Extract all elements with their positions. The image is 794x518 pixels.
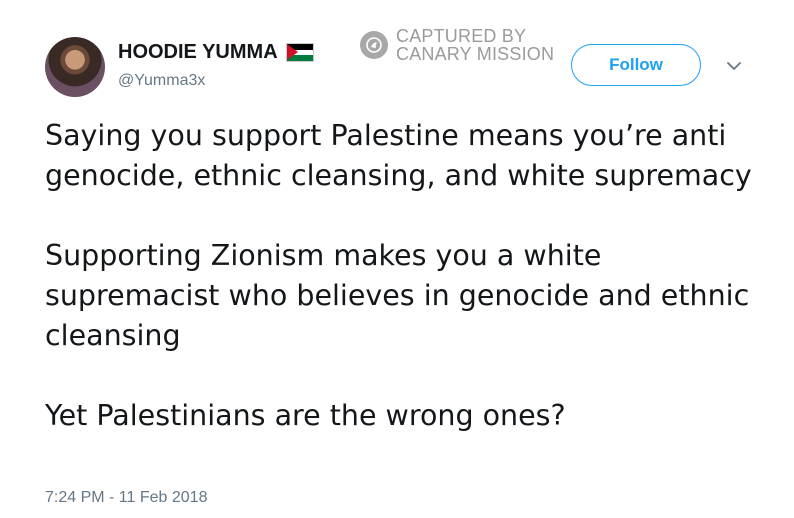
avatar[interactable] (45, 37, 105, 97)
canary-mission-icon (360, 31, 388, 59)
tweet-text: Saying you support Palestine means you’r… (45, 116, 765, 436)
follow-button[interactable]: Follow (571, 44, 701, 86)
palestine-flag-icon (285, 43, 314, 62)
watermark-line-2: CANARY MISSION (396, 44, 555, 64)
tweet-paragraph: Supporting Zionism makes you a white sup… (45, 239, 750, 352)
watermark: CAPTURED BY CANARY MISSION (360, 27, 554, 63)
watermark-line-1: CAPTURED BY (396, 26, 527, 46)
tweet-timestamp[interactable]: 7:24 PM - 11 Feb 2018 (45, 489, 207, 507)
display-name[interactable]: HOODIE YUMMA (118, 41, 278, 64)
tweet-paragraph: Saying you support Palestine means you’r… (45, 119, 752, 192)
display-name-row[interactable]: HOODIE YUMMA (118, 41, 314, 64)
tweet-paragraph: Yet Palestinians are the wrong ones? (45, 399, 566, 432)
user-handle[interactable]: @Yumma3x (118, 72, 205, 90)
chevron-down-icon[interactable] (724, 58, 744, 74)
